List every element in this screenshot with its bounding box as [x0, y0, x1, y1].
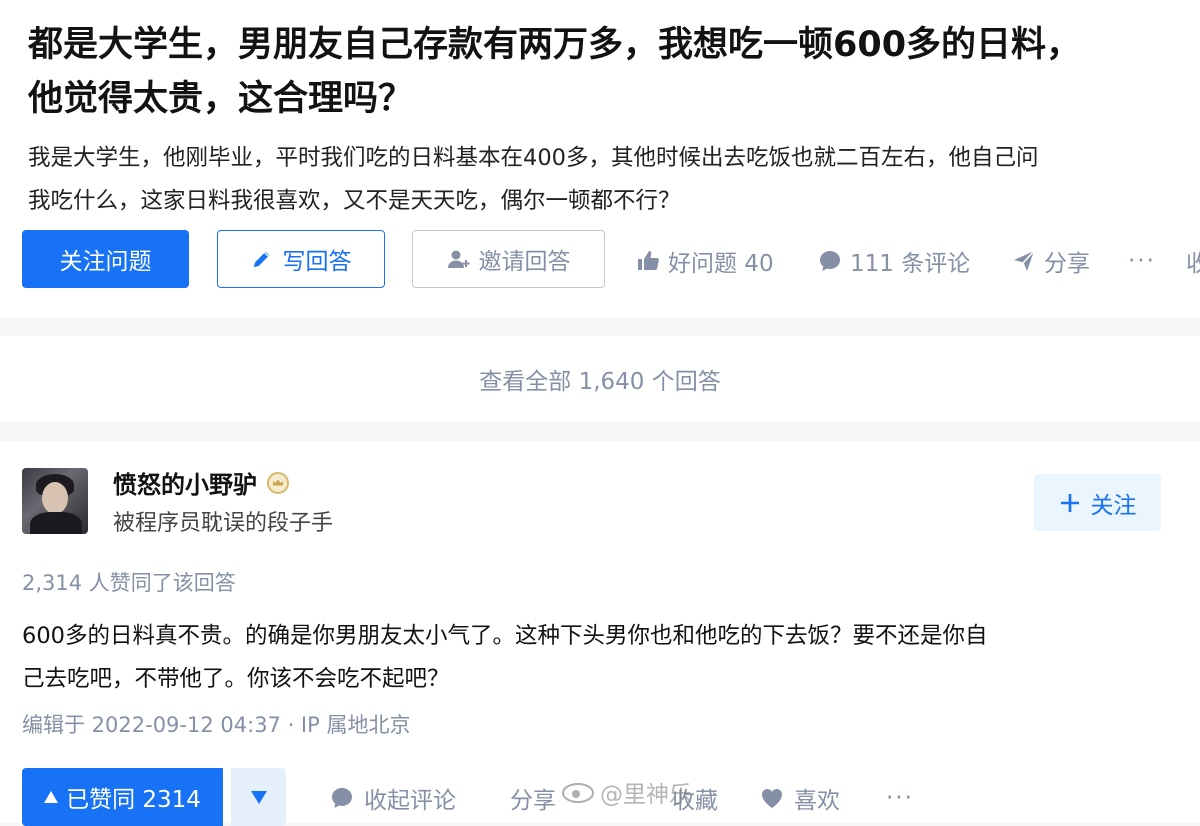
heart-icon	[760, 787, 784, 809]
collapse-comments-button[interactable]: 收起评论	[330, 778, 456, 818]
more-options-label: ···	[1128, 248, 1156, 274]
question-title-line: 都是大学生，男朋友自己存款有两万多，我想吃一顿600多的日料，	[28, 25, 1082, 65]
comment-bubble-icon	[818, 249, 842, 273]
weibo-eye-icon	[560, 780, 596, 804]
favorite-button[interactable]: 收藏	[620, 778, 718, 818]
view-all-answers-button[interactable]: 查看全部 1,640 个回答	[0, 336, 1200, 422]
like-button[interactable]: 喜欢	[760, 778, 840, 818]
follow-question-button[interactable]: 关注问题	[22, 230, 189, 288]
question-title-line: 他觉得太贵，这合理吗？	[28, 79, 414, 119]
collapse-question-label: 收	[1186, 251, 1200, 277]
follow-user-button[interactable]: 关注	[1034, 474, 1161, 531]
author-name-text: 愤怒的小野驴	[113, 471, 257, 499]
question-description-line: 我是大学生，他刚毕业，平时我们吃的日料基本在400多，其他时候出去吃饭也就二百左…	[28, 145, 1039, 171]
answer-content-line: 己去吃吧，不带他了。你该不会吃不起吧？	[22, 666, 450, 692]
paper-plane-icon	[1012, 249, 1036, 273]
share-question-button[interactable]: 分享	[1012, 241, 1090, 281]
good-question-label: 好问题 40	[668, 251, 774, 277]
thumbs-up-icon	[636, 249, 660, 273]
comment-bubble-icon	[330, 786, 354, 810]
good-question-button[interactable]: 好问题 40	[636, 241, 774, 281]
upvote-button[interactable]: 已赞同 2314	[22, 768, 223, 826]
comments-label: 111 条评论	[850, 251, 971, 277]
triangle-down-icon	[250, 790, 267, 804]
answer-more-label: ···	[886, 785, 914, 811]
avatar[interactable]	[22, 468, 88, 534]
share-answer-label: 分享	[510, 788, 556, 814]
collapse-comments-label: 收起评论	[364, 788, 456, 814]
like-label: 喜欢	[794, 788, 840, 814]
question-card: 都是大学生，男朋友自己存款有两万多，我想吃一顿600多的日料， 他觉得太贵，这合…	[0, 0, 1200, 318]
pencil-icon	[251, 248, 273, 270]
more-options-button[interactable]: ···	[1128, 241, 1156, 281]
favorite-label: 收藏	[672, 788, 718, 814]
question-description-line: 我吃什么，这家日料我很喜欢，又不是天天吃，偶尔一顿都不行？	[28, 188, 681, 214]
edit-meta[interactable]: 编辑于 2022-09-12 04:37 · IP 属地北京	[22, 709, 410, 739]
view-all-answers-label: 查看全部 1,640 个回答	[479, 369, 721, 395]
invite-answer-label: 邀请回答	[478, 249, 571, 275]
answer-more-button[interactable]: ···	[886, 778, 914, 818]
add-user-icon	[447, 247, 471, 271]
share-answer-button[interactable]: 分享	[510, 778, 556, 818]
agree-count-text: 2,314 人赞同了该回答	[22, 571, 236, 595]
invite-answer-button[interactable]: 邀请回答	[412, 230, 605, 288]
crown-badge-icon	[267, 471, 289, 494]
collapse-question-button[interactable]: 收	[1186, 241, 1200, 281]
answer-card: 愤怒的小野驴 被程序员耽误的段子手 关注 2,314 人赞同了该回答 600多的…	[0, 441, 1200, 826]
author-bio: 被程序员耽误的段子手	[113, 511, 334, 536]
comments-button[interactable]: 111 条评论	[818, 241, 970, 281]
question-description: 我是大学生，他刚毕业，平时我们吃的日料基本在400多，其他时候出去吃饭也就二百左…	[28, 137, 1200, 223]
share-question-label: 分享	[1044, 251, 1090, 277]
downvote-button[interactable]	[231, 768, 286, 826]
write-answer-label: 写回答	[282, 249, 352, 275]
answer-content-line: 600多的日料真不贵。的确是你男朋友太小气了。这种下头男你也和他吃的下去饭？要不…	[22, 623, 988, 649]
avatar-face	[42, 482, 68, 514]
follow-question-label: 关注问题	[59, 249, 152, 275]
plus-icon	[1059, 492, 1081, 514]
question-title[interactable]: 都是大学生，男朋友自己存款有两万多，我想吃一顿600多的日料， 他觉得太贵，这合…	[28, 18, 1178, 126]
avatar-body	[30, 512, 82, 534]
triangle-up-icon	[44, 791, 59, 803]
write-answer-button[interactable]: 写回答	[217, 230, 385, 288]
follow-user-label: 关注	[1090, 492, 1137, 519]
upvote-label: 已赞同 2314	[66, 787, 201, 813]
author-name[interactable]: 愤怒的小野驴	[113, 465, 289, 500]
answer-content: 600多的日料真不贵。的确是你男朋友太小气了。这种下头男你也和他吃的下去饭？要不…	[22, 615, 1182, 701]
